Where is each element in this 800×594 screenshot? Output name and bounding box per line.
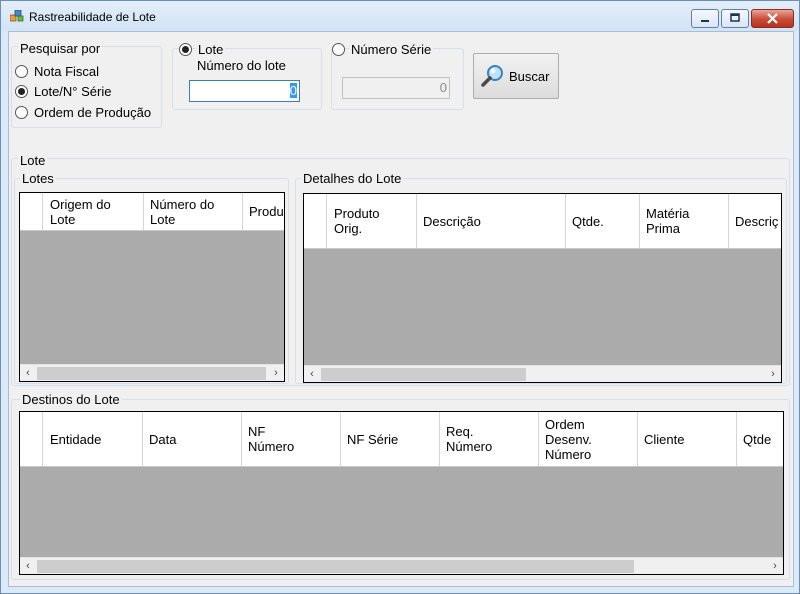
detalhes-label: Detalhes do Lote: [301, 171, 404, 186]
lote-outer-label: Lote: [18, 153, 48, 168]
radio-numero-serie-label: Número Série: [349, 42, 434, 57]
radio-lote-serie-label: Lote/N° Série: [34, 84, 112, 99]
radio-ordem-producao[interactable]: [15, 106, 28, 119]
minimize-icon: [701, 20, 709, 22]
close-icon: [767, 13, 778, 24]
detalhes-col-produto-orig[interactable]: Produto Orig.: [328, 194, 417, 248]
detalhes-grid[interactable]: Produto Orig. Descrição Qtde. Matéria Pr…: [303, 193, 782, 383]
radio-lote-serie[interactable]: [15, 85, 28, 98]
scroll-right-icon[interactable]: ›: [765, 367, 781, 382]
lotes-col-numero[interactable]: Número do Lote: [144, 193, 243, 230]
destinos-col-qtde[interactable]: Qtde: [737, 412, 783, 466]
minimize-button[interactable]: [691, 9, 719, 28]
detalhes-col-materia-prima[interactable]: Matéria Prima: [640, 194, 729, 248]
radio-lote[interactable]: [179, 43, 192, 56]
scroll-left-icon[interactable]: ‹: [20, 559, 36, 574]
lotes-row-header: [20, 193, 43, 230]
destinos-col-nf-serie[interactable]: NF Série: [341, 412, 440, 466]
scroll-right-icon[interactable]: ›: [268, 366, 284, 381]
close-button[interactable]: [751, 9, 794, 28]
scroll-right-icon[interactable]: ›: [767, 559, 783, 574]
detalhes-col-qtde[interactable]: Qtde.: [566, 194, 640, 248]
detalhes-hscrollbar[interactable]: ‹ ›: [304, 365, 781, 382]
detalhes-row-header: [304, 194, 327, 248]
lote-number-input[interactable]: 0: [189, 80, 300, 102]
lotes-col-origem[interactable]: Origem do Lote: [44, 193, 144, 230]
destinos-col-nf-numero[interactable]: NF Número: [242, 412, 341, 466]
detalhes-scroll-thumb[interactable]: [321, 368, 526, 381]
destinos-col-cliente[interactable]: Cliente: [638, 412, 737, 466]
maximize-button[interactable]: [721, 9, 749, 28]
destinos-col-entidade[interactable]: Entidade: [44, 412, 143, 466]
search-button[interactable]: Buscar: [473, 53, 559, 99]
main-window: Rastreabilidade de Lote Pesquisar por No…: [0, 0, 800, 594]
radio-ordem-producao-label: Ordem de Produção: [34, 105, 152, 120]
serie-number-value: 0: [439, 80, 447, 95]
lotes-col-produto[interactable]: Produ: [243, 193, 284, 230]
destinos-col-req-numero[interactable]: Req. Número: [440, 412, 539, 466]
maximize-icon: [730, 13, 740, 22]
title-bar[interactable]: Rastreabilidade de Lote: [1, 1, 799, 31]
lotes-grid[interactable]: Origem do Lote Número do Lote Produ ‹ ›: [19, 192, 285, 382]
destinos-label: Destinos do Lote: [20, 392, 122, 407]
search-by-label: Pesquisar por: [18, 41, 103, 56]
lote-number-value: 0: [289, 83, 297, 98]
serie-number-input[interactable]: 0: [342, 77, 450, 99]
lotes-scroll-thumb[interactable]: [37, 367, 266, 380]
form-client-area: Pesquisar por Nota Fiscal Lote/N° Série …: [8, 31, 794, 587]
destinos-scroll-thumb[interactable]: [37, 560, 634, 573]
destinos-grid[interactable]: Entidade Data NF Número NF Série Req. Nú…: [19, 411, 784, 575]
lotes-grid-header: Origem do Lote Número do Lote Produ: [20, 193, 284, 231]
radio-numero-serie[interactable]: [332, 43, 345, 56]
scroll-left-icon[interactable]: ‹: [304, 367, 320, 382]
radio-nota-fiscal-label: Nota Fiscal: [34, 64, 100, 79]
radio-nota-fiscal[interactable]: [15, 65, 28, 78]
destinos-grid-header: Entidade Data NF Número NF Série Req. Nú…: [20, 412, 783, 467]
destinos-col-data[interactable]: Data: [143, 412, 242, 466]
detalhes-grid-header: Produto Orig. Descrição Qtde. Matéria Pr…: [304, 194, 781, 249]
lotes-hscrollbar[interactable]: ‹ ›: [20, 364, 284, 381]
lotes-label: Lotes: [20, 171, 56, 186]
destinos-row-header: [20, 412, 43, 466]
detalhes-col-descricao[interactable]: Descrição: [417, 194, 566, 248]
lote-number-label: Número do lote: [197, 58, 286, 73]
detalhes-col-descricao-2[interactable]: Descriç: [729, 194, 781, 248]
magnifier-icon: [481, 65, 503, 87]
scroll-left-icon[interactable]: ‹: [20, 366, 36, 381]
app-icon: [10, 10, 24, 22]
search-button-label: Buscar: [509, 69, 550, 84]
radio-lote-label: Lote: [196, 42, 226, 57]
destinos-col-ordem-desenv[interactable]: Ordem Desenv. Número: [539, 412, 638, 466]
destinos-hscrollbar[interactable]: ‹ ›: [20, 557, 783, 574]
window-title: Rastreabilidade de Lote: [29, 10, 156, 24]
